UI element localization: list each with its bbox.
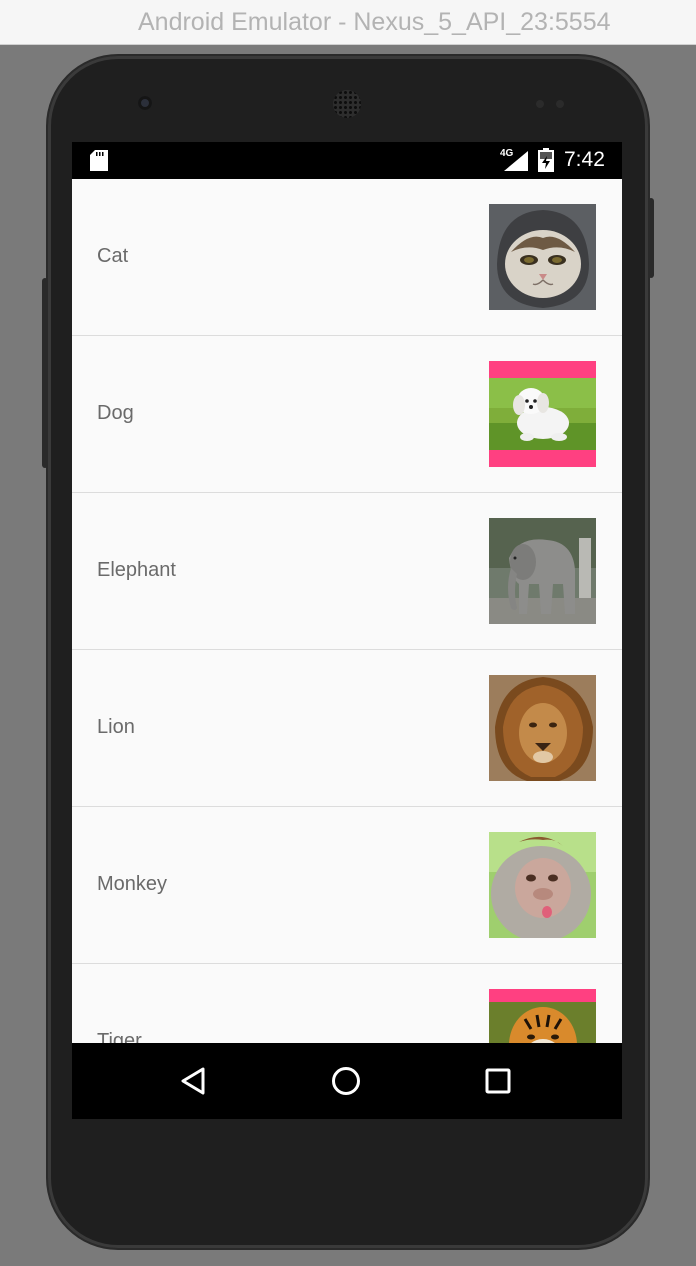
- list-item-monkey[interactable]: Monkey: [72, 807, 622, 964]
- list-item-elephant[interactable]: Elephant: [72, 493, 622, 650]
- list-item-label: Cat: [97, 245, 129, 267]
- list-item-label: Tiger: [97, 1030, 142, 1043]
- power-button: [648, 198, 654, 278]
- dog-photo: [489, 361, 596, 467]
- list-item-label: Elephant: [97, 559, 176, 581]
- list-item-tiger[interactable]: Tiger: [72, 964, 622, 1043]
- list-item-label: Monkey: [97, 873, 168, 895]
- earpiece-speaker: [333, 90, 361, 118]
- home-icon[interactable]: [330, 1065, 362, 1097]
- signal-icon: [504, 151, 528, 171]
- lion-photo: [489, 675, 596, 781]
- device-screen: 4G 7:42 Cat Dog Elephant Lion Monkey Tig…: [72, 142, 622, 1119]
- proximity-sensor: [536, 100, 544, 108]
- recent-apps-icon[interactable]: [484, 1067, 512, 1095]
- front-camera: [138, 96, 152, 110]
- list-item-dog[interactable]: Dog: [72, 336, 622, 493]
- sd-card-icon: [90, 150, 108, 171]
- light-sensor: [556, 100, 564, 108]
- elephant-photo: [489, 518, 596, 624]
- list-item-cat[interactable]: Cat: [72, 179, 622, 336]
- emulator-title-bar: Android Emulator - Nexus_5_API_23:5554: [0, 0, 696, 45]
- window-title: Android Emulator - Nexus_5_API_23:5554: [138, 8, 611, 36]
- battery-icon: [538, 148, 554, 172]
- list-item-label: Lion: [97, 716, 135, 738]
- status-clock: 7:42: [564, 148, 605, 171]
- tiger-photo: [489, 989, 596, 1043]
- status-bar: 4G 7:42: [72, 142, 622, 179]
- animal-list[interactable]: Cat Dog Elephant Lion Monkey Tiger: [72, 179, 622, 1043]
- cat-photo: [489, 204, 596, 310]
- navigation-bar: [72, 1043, 622, 1119]
- list-item-label: Dog: [97, 402, 134, 424]
- monkey-photo: [489, 832, 596, 938]
- list-item-lion[interactable]: Lion: [72, 650, 622, 807]
- back-icon[interactable]: [178, 1065, 208, 1097]
